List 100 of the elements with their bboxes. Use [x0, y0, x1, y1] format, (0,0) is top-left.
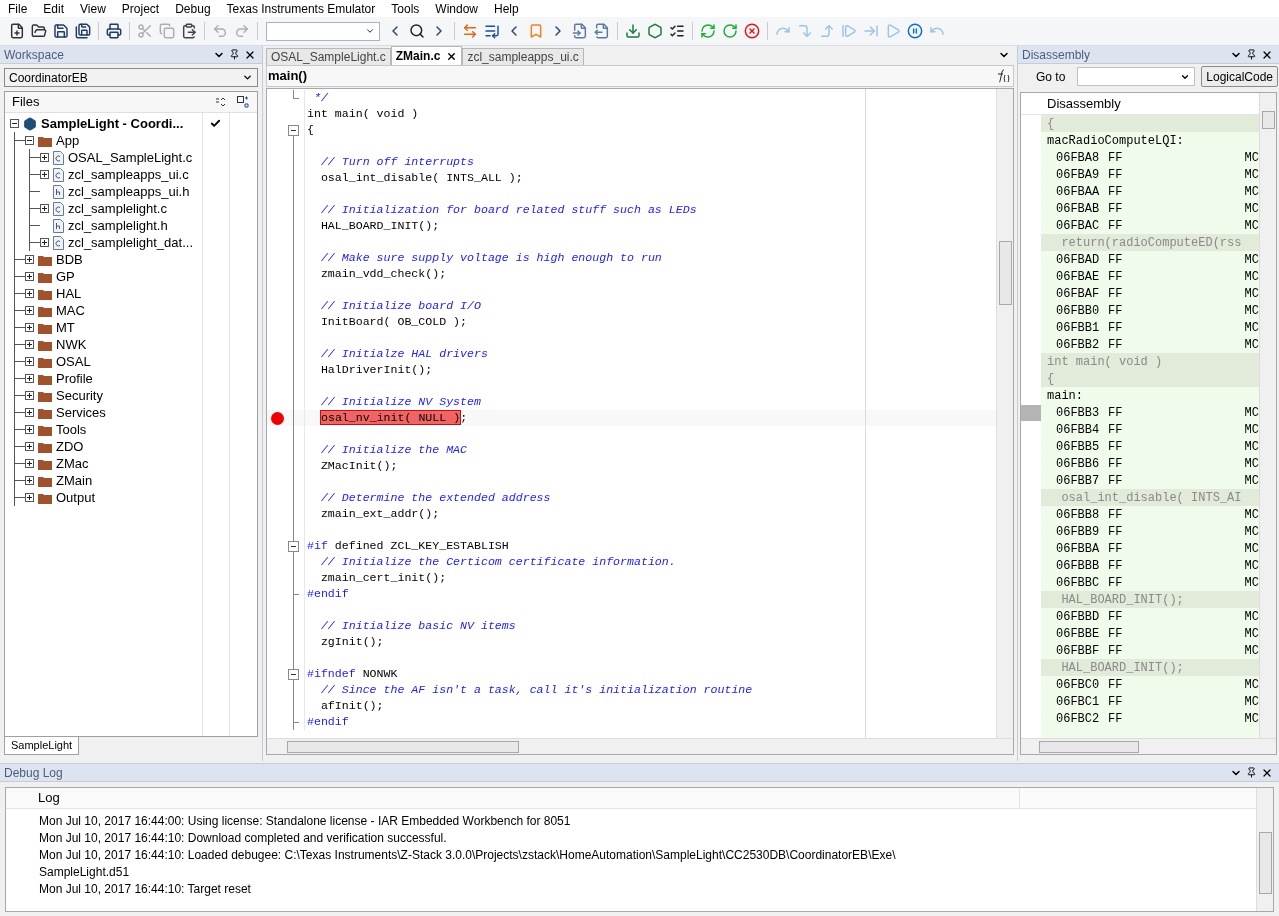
- code-line: osal_nv_init( NULL );: [321, 410, 468, 427]
- vertical-scrollbar[interactable]: [1259, 93, 1276, 738]
- options-icon[interactable]: [237, 96, 249, 108]
- mnemonic-cell-text: MC: [1244, 523, 1259, 541]
- address-cell-text: 06FBB9: [1056, 523, 1101, 541]
- expand-icon[interactable]: [40, 238, 49, 247]
- expand-icon[interactable]: [25, 493, 34, 502]
- code-line: ZMacInit();: [319, 458, 398, 475]
- mnemonic-cell-text: MC: [1244, 336, 1259, 354]
- expand-icon[interactable]: [40, 153, 49, 162]
- bytes-cell-text: FF: [1108, 642, 1123, 660]
- folder-icon: [38, 270, 52, 283]
- collapse-icon[interactable]: [288, 541, 299, 552]
- mnemonic-cell-text: MC: [1244, 200, 1259, 218]
- close-icon[interactable]: [446, 50, 458, 62]
- collapse-icon[interactable]: [288, 125, 299, 136]
- mnemonic-cell-text: MC: [1244, 421, 1259, 439]
- address-cell-text: 06FBBF: [1056, 642, 1101, 660]
- expand-icon[interactable]: [40, 204, 49, 213]
- pin-icon[interactable]: [1246, 49, 1257, 60]
- search-icon[interactable]: [409, 23, 425, 39]
- address-cell-text: 06FBB8: [1056, 506, 1101, 524]
- editor-tab[interactable]: ZMain.c: [390, 46, 463, 65]
- bytes-cell-text: FF: [1108, 438, 1123, 456]
- collapse-icon[interactable]: [10, 119, 19, 128]
- menu-item[interactable]: Texas Instruments Emulator: [218, 0, 384, 18]
- menu-item[interactable]: Help: [486, 0, 527, 18]
- stop-icon[interactable]: [744, 23, 760, 39]
- expand-icon[interactable]: [25, 357, 34, 366]
- menu-item[interactable]: Project: [113, 0, 168, 18]
- menu-item[interactable]: Window: [427, 0, 486, 18]
- list-arrow-icon[interactable]: [484, 23, 500, 39]
- mnemonic-cell-text: MC: [1244, 404, 1259, 422]
- menu-item[interactable]: View: [72, 0, 114, 18]
- vertical-scrollbar[interactable]: [996, 89, 1013, 738]
- goto-label: Go to: [1036, 68, 1066, 86]
- page-back-icon[interactable]: [572, 23, 588, 39]
- expand-icon[interactable]: [25, 272, 34, 281]
- save-all-icon[interactable]: [75, 23, 91, 39]
- menu-item[interactable]: File: [0, 0, 36, 18]
- expand-icon[interactable]: [25, 255, 34, 264]
- mnemonic-cell-text: MC: [1244, 710, 1259, 728]
- source-line: HAL_BOARD_INIT();: [1060, 591, 1184, 609]
- expand-icon[interactable]: [25, 459, 34, 468]
- code-line: #ifndef NONWK: [307, 666, 398, 683]
- swap-arrows-icon[interactable]: [462, 23, 478, 39]
- code-line: HAL_BOARD_INIT();: [319, 218, 440, 235]
- expand-icon[interactable]: [40, 170, 49, 179]
- editor-tab[interactable]: zcl_sampleapps_ui.c: [462, 48, 584, 65]
- menu-item[interactable]: Edit: [35, 0, 73, 18]
- address-cell-text: 06FBB4: [1056, 421, 1101, 439]
- pin-icon[interactable]: [229, 49, 240, 60]
- refresh-icon[interactable]: [700, 23, 716, 39]
- menu-item[interactable]: Tools: [383, 0, 428, 18]
- search-combo-field[interactable]: [266, 21, 380, 41]
- menu-item[interactable]: Debug: [167, 0, 219, 18]
- page-forward-icon[interactable]: [594, 23, 610, 39]
- code-line: */: [312, 90, 328, 107]
- folder-icon: [38, 491, 52, 504]
- collapse-icon[interactable]: [288, 669, 299, 680]
- paste-icon[interactable]: [181, 23, 197, 39]
- workspace-tab[interactable]: SampleLight: [4, 737, 80, 755]
- folder-icon: [38, 304, 52, 317]
- expand-icon[interactable]: [25, 425, 34, 434]
- pause-icon[interactable]: [907, 23, 923, 39]
- bytes-cell-text: FF: [1108, 336, 1123, 354]
- editor-tab[interactable]: OSAL_SampleLight.c: [266, 48, 391, 65]
- mode-button[interactable]: LogicalCode: [1201, 66, 1278, 87]
- expand-icon[interactable]: [25, 408, 34, 417]
- bytes-cell-text: FF: [1108, 251, 1123, 269]
- expand-icon[interactable]: [25, 476, 34, 485]
- expand-icon[interactable]: [25, 442, 34, 451]
- save-icon[interactable]: [53, 23, 69, 39]
- sort-icon[interactable]: [215, 97, 227, 107]
- folder-icon: [38, 321, 52, 334]
- configuration-dropdown[interactable]: CoordinatorEB: [4, 68, 258, 87]
- expand-icon[interactable]: [25, 289, 34, 298]
- bytes-cell-text: FF: [1108, 625, 1123, 643]
- collapse-icon[interactable]: [25, 136, 34, 145]
- expand-icon[interactable]: [25, 340, 34, 349]
- folder-icon[interactable]: [31, 23, 47, 39]
- new-file-icon[interactable]: [9, 23, 25, 39]
- breakpoint-list-icon[interactable]: [669, 23, 685, 39]
- code-line: // Turn off interrupts: [319, 154, 474, 171]
- hexagon-icon[interactable]: [647, 23, 663, 39]
- expand-icon[interactable]: [25, 306, 34, 315]
- goto-field[interactable]: [1077, 67, 1196, 86]
- expand-icon[interactable]: [25, 323, 34, 332]
- horizontal-scrollbar[interactable]: [267, 738, 1013, 754]
- mnemonic-cell-text: MC: [1244, 251, 1259, 269]
- download-icon[interactable]: [625, 23, 641, 39]
- pin-icon[interactable]: [1246, 767, 1257, 778]
- expand-icon[interactable]: [25, 391, 34, 400]
- horizontal-scrollbar[interactable]: [1021, 738, 1276, 754]
- restart-icon[interactable]: [722, 23, 738, 39]
- printer-icon[interactable]: [106, 23, 122, 39]
- expand-icon[interactable]: [25, 374, 34, 383]
- bytes-cell-text: FF: [1108, 183, 1123, 201]
- vertical-scrollbar[interactable]: [1256, 788, 1273, 911]
- file-icon: [53, 201, 64, 216]
